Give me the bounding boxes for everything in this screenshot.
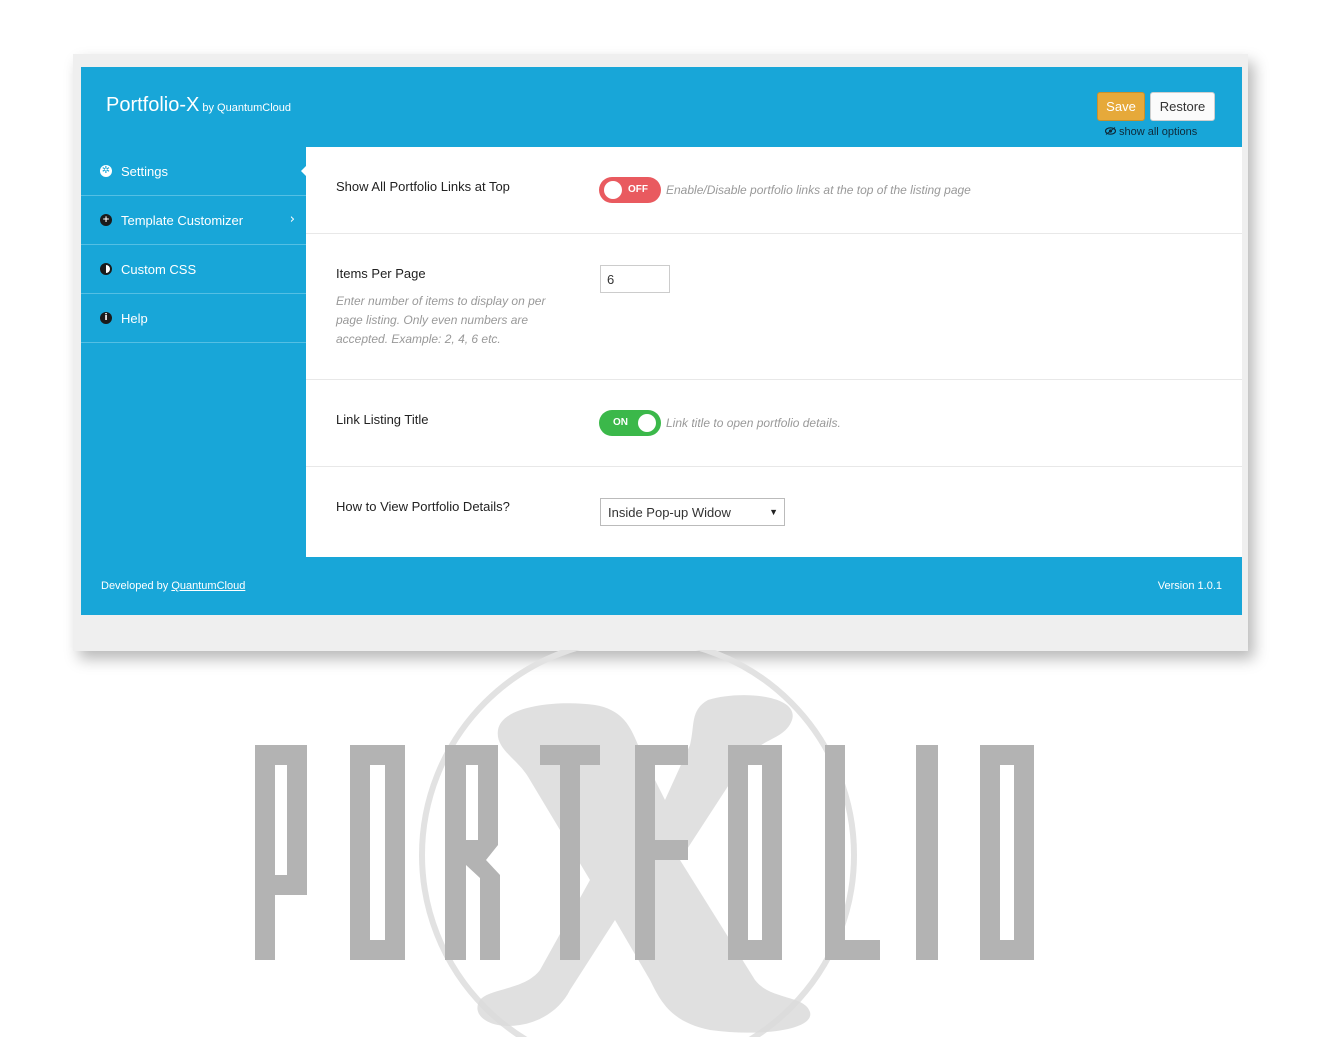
setting-label: How to View Portfolio Details?	[336, 499, 510, 514]
developer-link[interactable]: QuantumCloud	[171, 580, 245, 592]
restore-button[interactable]: Restore	[1150, 92, 1215, 121]
setting-description: Link title to open portfolio details.	[666, 416, 841, 430]
gear-icon: ✲	[100, 165, 112, 177]
sidebar-item-label: Help	[121, 310, 148, 326]
setting-help: Enter number of items to display on per …	[336, 294, 546, 346]
sidebar-item-label: Settings	[121, 163, 168, 179]
show-links-toggle[interactable]: OFF	[599, 177, 661, 203]
version-label: Version 1.0.1	[1157, 580, 1222, 592]
sidebar-item-custom-css[interactable]: Custom CSS	[81, 245, 306, 294]
sidebar-item-template-customizer[interactable]: + Template Customizer ›	[81, 196, 306, 245]
setting-row-view-details: How to View Portfolio Details? Inside Po…	[306, 467, 1242, 557]
show-all-label: show all options	[1119, 126, 1198, 138]
toggle-knob	[604, 181, 622, 199]
sidebar-item-label: Custom CSS	[121, 261, 197, 277]
app-by-line: by QuantumCloud	[202, 102, 292, 114]
half-circle-icon	[100, 263, 112, 275]
plus-circle-icon: +	[100, 214, 112, 226]
app-name: Portfolio-X	[106, 94, 200, 116]
footer: Developed by QuantumCloud Version 1.0.1	[81, 557, 1242, 615]
save-button[interactable]: Save	[1097, 92, 1145, 121]
setting-label: Show All Portfolio Links at Top	[336, 179, 510, 194]
link-title-toggle[interactable]: ON	[599, 410, 661, 436]
view-details-select[interactable]: Inside Pop-up Widow ▼	[600, 498, 785, 526]
toggle-state: ON	[613, 417, 628, 428]
sidebar-item-settings[interactable]: ✲ Settings	[81, 147, 306, 196]
setting-description: Enable/Disable portfolio links at the to…	[666, 183, 971, 197]
setting-label: Link Listing Title	[336, 412, 429, 427]
header: Portfolio-X by QuantumCloud Save Restore …	[81, 67, 1242, 147]
sidebar-item-label: Template Customizer	[121, 212, 244, 228]
developed-by-label: Developed by	[101, 580, 169, 592]
portfolio-x-logo	[255, 650, 1034, 1037]
setting-row-show-links: Show All Portfolio Links at Top OFF Enab…	[306, 147, 1242, 234]
show-all-options-link[interactable]: show all options	[1104, 126, 1198, 138]
app-title: Portfolio-X by QuantumCloud	[106, 94, 291, 117]
info-icon: i	[100, 312, 112, 324]
sidebar-item-help[interactable]: i Help	[81, 294, 306, 343]
screenshot-frame: Portfolio-X by QuantumCloud Save Restore …	[73, 54, 1248, 651]
toggle-state: OFF	[628, 184, 648, 195]
setting-row-link-title: Link Listing Title ON Link title to open…	[306, 380, 1242, 467]
sidebar: ✲ Settings + Template Customizer › Custo…	[81, 147, 306, 557]
items-per-page-input[interactable]	[600, 265, 670, 293]
eye-icon	[1104, 126, 1117, 138]
select-value: Inside Pop-up Widow	[608, 504, 731, 520]
plugin-panel: Portfolio-X by QuantumCloud Save Restore …	[81, 67, 1242, 615]
chevron-right-icon: ›	[289, 212, 295, 227]
caret-down-icon: ▼	[769, 507, 778, 517]
setting-label: Items Per Page	[336, 266, 426, 281]
toggle-knob	[638, 414, 656, 432]
settings-content: Show All Portfolio Links at Top OFF Enab…	[306, 147, 1242, 557]
footer-credit: Developed by QuantumCloud	[101, 580, 245, 592]
setting-row-items-per-page: Items Per Page Enter number of items to …	[306, 234, 1242, 380]
